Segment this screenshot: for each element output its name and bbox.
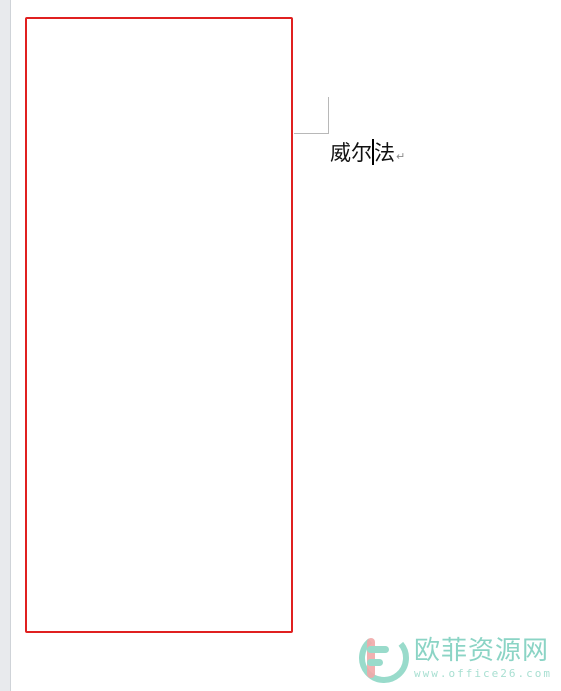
office26-logo-icon: [359, 633, 409, 683]
watermark-brand: 欧菲资源网: [414, 635, 550, 666]
text-before-caret: 威尔: [330, 141, 372, 165]
paragraph-mark-icon: ↵: [396, 149, 406, 163]
document-page[interactable]: 威尔 法 ↵ 欧菲资源网 www.office26.com: [10, 0, 561, 691]
watermark-text-block: 欧菲资源网 www.office26.com: [414, 638, 552, 679]
document-text-line[interactable]: 威尔 法 ↵: [330, 137, 405, 167]
watermark-url: www.office26.com: [414, 666, 552, 680]
site-watermark: 欧菲资源网 www.office26.com: [358, 632, 552, 684]
page-left-edge: [10, 0, 11, 691]
highlight-rectangle: [25, 17, 293, 633]
text-margin-corner-mark: [294, 97, 329, 134]
text-after-caret: 法: [374, 141, 395, 165]
